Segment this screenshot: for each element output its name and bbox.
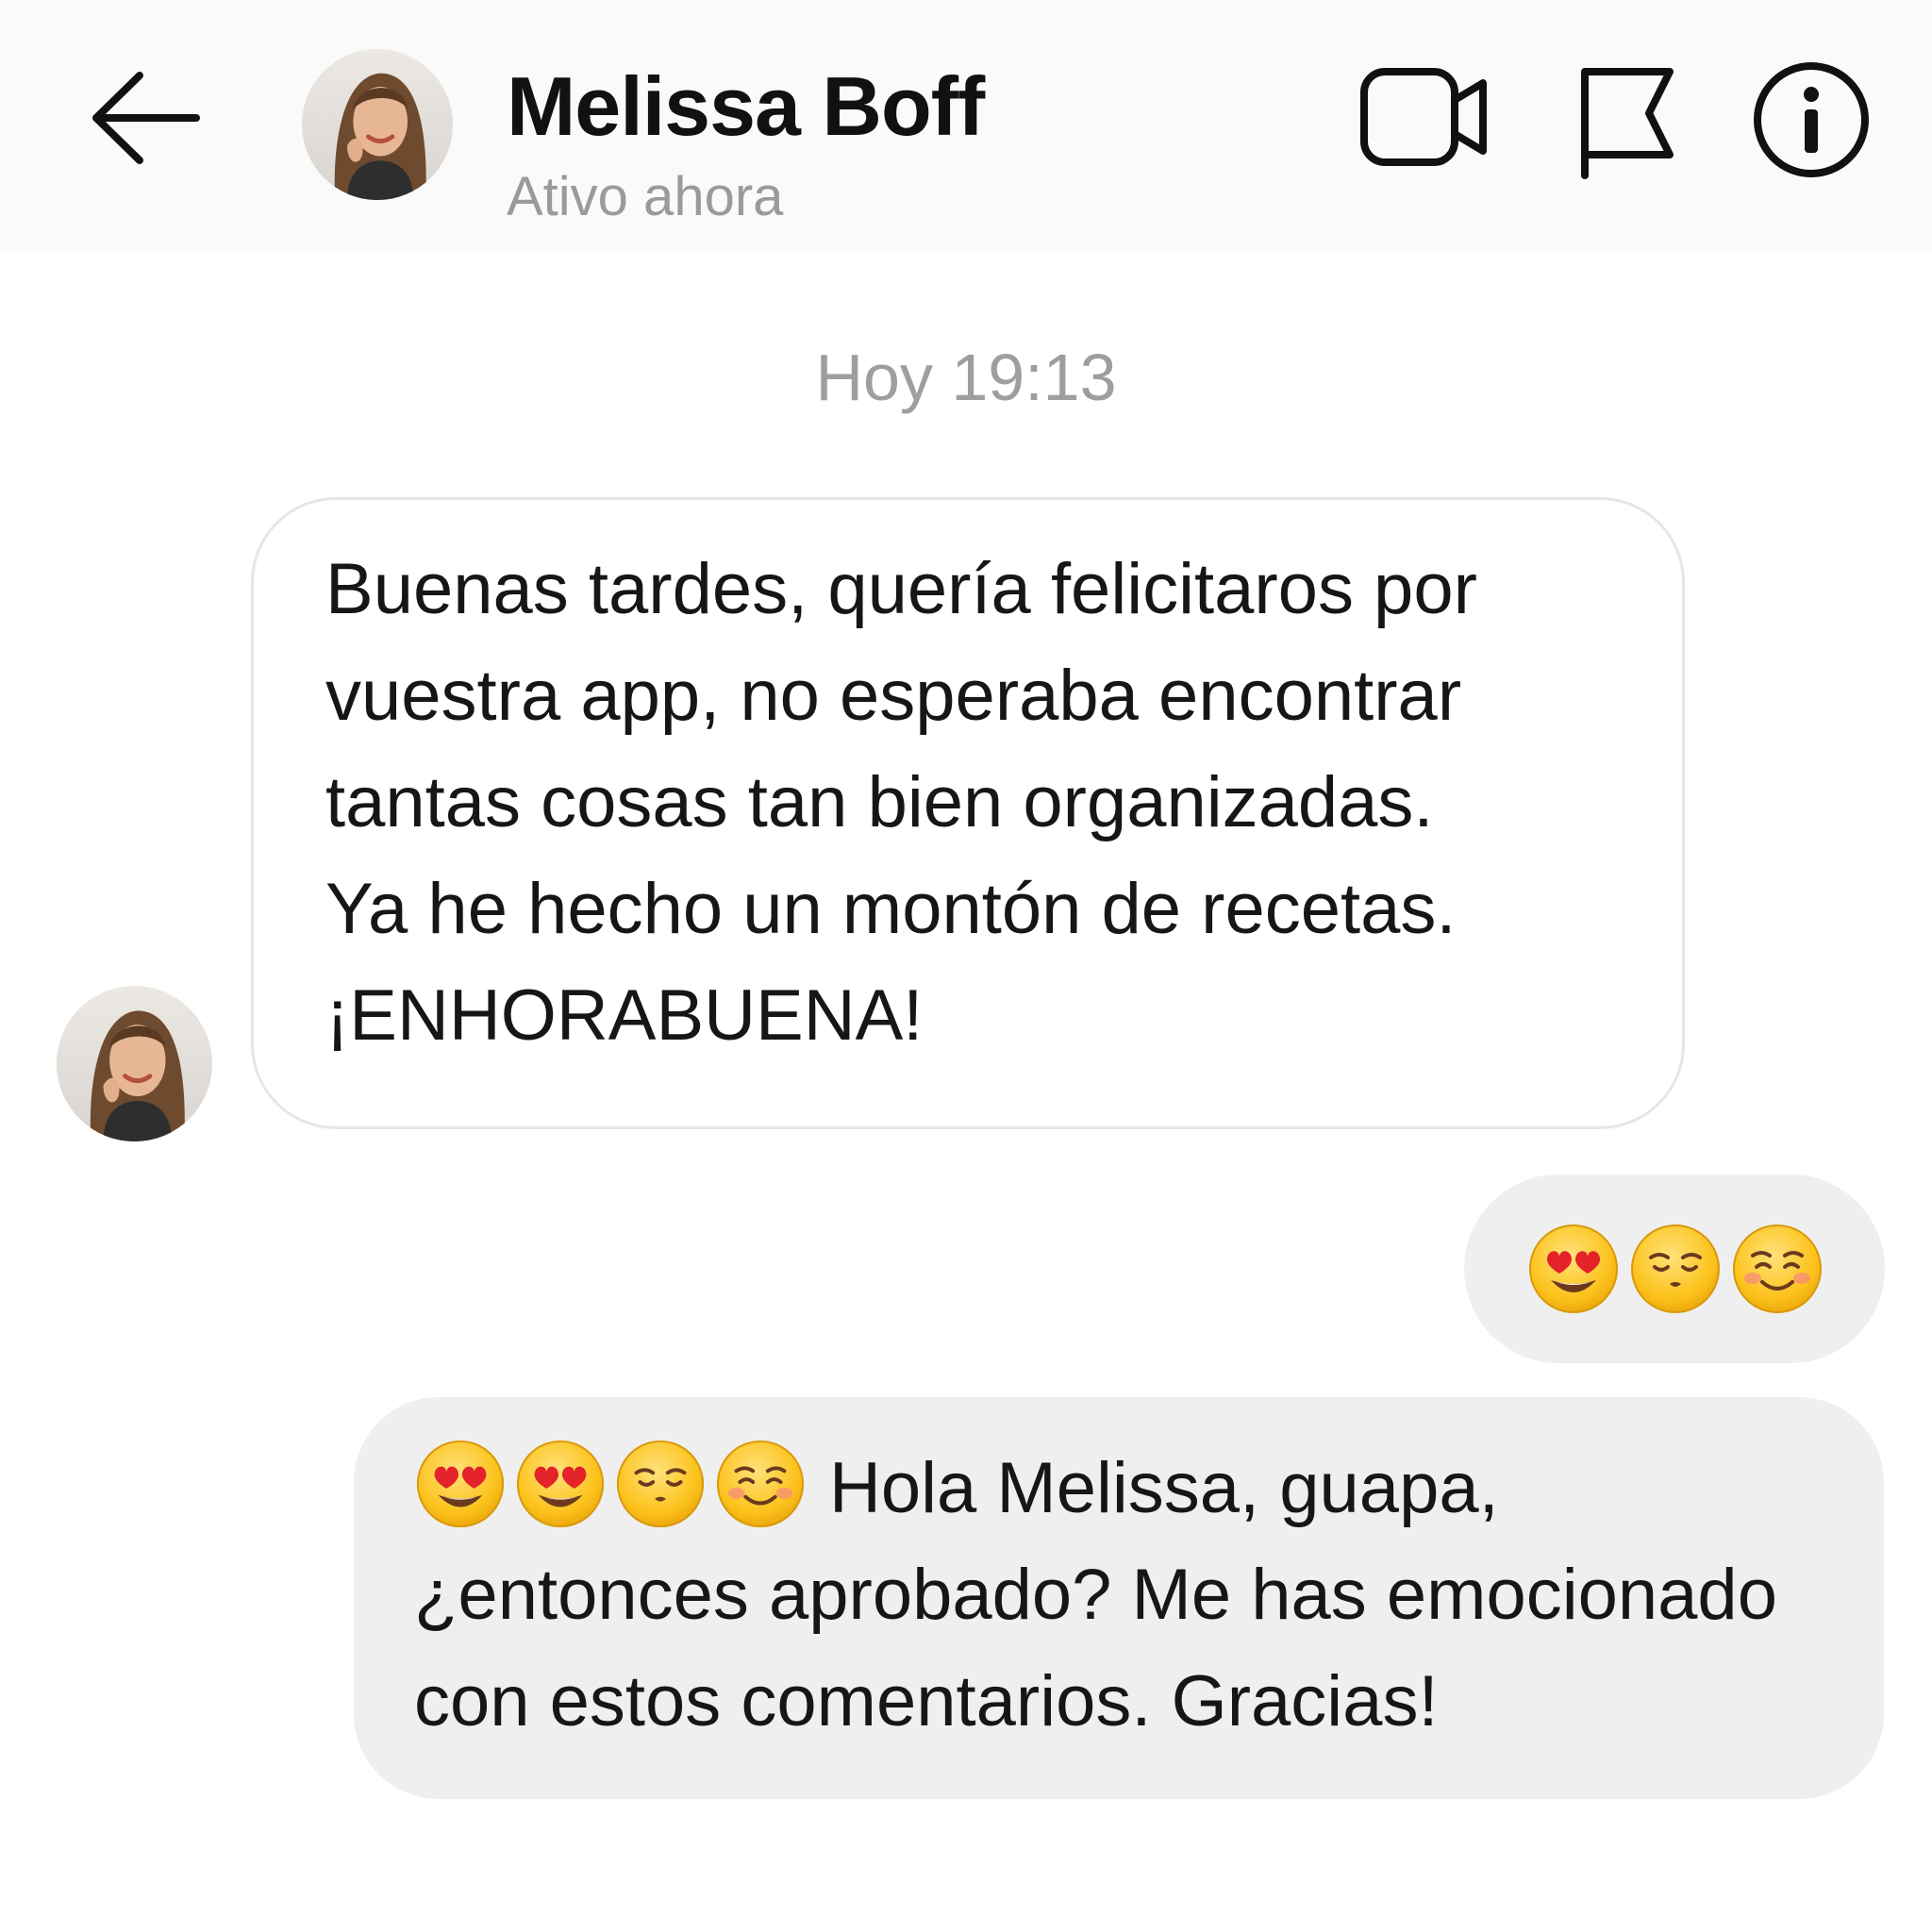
chat-header: Melissa Boff Ativo ahora: [0, 0, 1932, 253]
message-line: Buenas tardes, quería felicitaros por: [325, 549, 1477, 629]
sender-avatar[interactable]: [57, 986, 212, 1141]
back-arrow-icon: [92, 72, 200, 164]
flag-icon: [1581, 68, 1674, 179]
kissing-face-emoji-icon: [614, 1438, 707, 1530]
back-button[interactable]: [85, 66, 208, 170]
message-line: Hola Melissa, guapa,: [414, 1435, 1865, 1541]
info-icon: [1754, 62, 1869, 177]
message-line: ¡ENHORABUENA!: [325, 975, 924, 1056]
message-timestamp: Hoy 19:13: [815, 341, 1117, 414]
message-line: ¿entonces aprobado? Me has emocionado: [414, 1555, 1777, 1635]
smiling-blush-emoji-icon: [714, 1438, 807, 1530]
outgoing-emoji-bubble[interactable]: [1464, 1174, 1885, 1363]
message-line: vuestra app, no esperaba encontrar: [325, 656, 1462, 736]
report-button[interactable]: [1575, 58, 1679, 181]
smiling-blush-emoji-icon: [1730, 1222, 1824, 1316]
kissing-face-emoji-icon: [1628, 1222, 1723, 1316]
message-line: Ya he hecho un montón de recetas.: [325, 869, 1457, 949]
contact-avatar[interactable]: [302, 49, 453, 200]
message-line: con estos comentarios. Gracias!: [414, 1661, 1439, 1741]
message-text: Hola Melissa, guapa,: [829, 1448, 1499, 1528]
heart-eyes-emoji-icon: [514, 1438, 607, 1530]
outgoing-message-bubble[interactable]: Hola Melissa, guapa, ¿entonces aprobado?…: [354, 1397, 1884, 1799]
contact-status: Ativo ahora: [507, 166, 784, 227]
heart-eyes-emoji-icon: [1526, 1222, 1621, 1316]
contact-name[interactable]: Melissa Boff: [507, 58, 985, 155]
video-call-icon: [1360, 68, 1487, 166]
incoming-message-bubble[interactable]: Buenas tardes, quería felicitaros por vu…: [251, 497, 1685, 1129]
video-call-button[interactable]: [1358, 60, 1491, 174]
message-line: tantas cosas tan bien organizadas.: [325, 762, 1434, 842]
info-button[interactable]: [1750, 58, 1873, 181]
heart-eyes-emoji-icon: [414, 1438, 507, 1530]
